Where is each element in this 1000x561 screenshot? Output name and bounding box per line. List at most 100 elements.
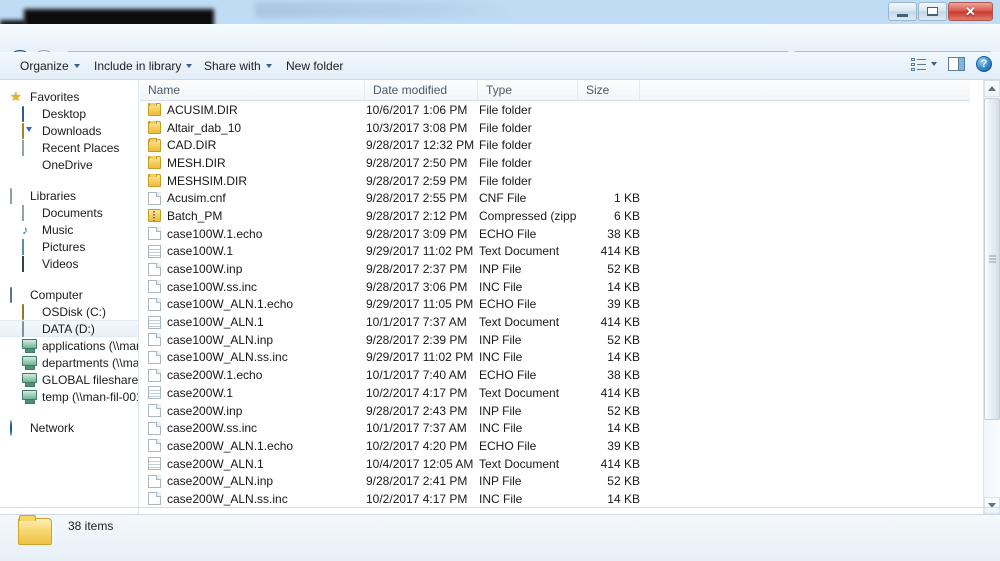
table-row[interactable]: case200W_ALN.inp 9/28/2017 2:41 PM INP Fil… (140, 472, 970, 490)
file-name-cell[interactable]: case200W.1 (140, 386, 365, 400)
file-name-cell[interactable]: MESHSIM.DIR (140, 173, 365, 188)
file-name-label: Altair_dab_10 (167, 120, 242, 135)
file-type-cell: File folder (479, 173, 532, 188)
file-name-cell[interactable]: case200W.inp (140, 404, 365, 418)
table-row[interactable]: CAD.DIR 9/28/2017 12:32 PM File folder (140, 136, 970, 154)
sidebar-item-music[interactable]: ♪ Music (0, 221, 138, 238)
file-name-cell[interactable]: case100W.ss.inc (140, 280, 365, 294)
table-row[interactable]: Altair_dab_10 10/3/2017 3:08 PM File folde… (140, 119, 970, 137)
file-size-cell: 52 KB (607, 262, 640, 277)
sidebar-item-applications-share[interactable]: applications (\\man (0, 337, 138, 354)
table-row[interactable]: case100W.1.echo 9/28/2017 3:09 PM ECHO Fil… (140, 225, 970, 243)
sidebar-item-departments-share[interactable]: departments (\\mar (0, 354, 138, 371)
table-row[interactable]: case200W.inp 9/28/2017 2:43 PM INP File 52 … (140, 402, 970, 420)
sidebar-item-recent-places[interactable]: Recent Places (0, 139, 138, 156)
table-row[interactable]: case200W_ALN.1.echo 10/2/2017 4:20 PM ECHO… (140, 437, 970, 455)
column-header-date-modified[interactable]: Date modified (365, 80, 478, 100)
table-row[interactable]: case100W.inp 9/28/2017 2:37 PM INP File 52 … (140, 260, 970, 278)
table-row[interactable]: case100W_ALN.ss.inc 9/29/2017 11:02 PM INC… (140, 349, 970, 367)
column-header-type[interactable]: Type (478, 80, 578, 100)
file-name-cell[interactable]: case200W_ALN.inp (140, 474, 365, 488)
sidebar-item-data-d[interactable]: DATA (D:) (0, 320, 138, 337)
column-header-row: Name Date modified Type Size (140, 80, 970, 101)
file-icon (148, 333, 161, 347)
table-row[interactable]: case200W_ALN.1 10/4/2017 12:05 AM Text Doc… (140, 455, 970, 473)
sidebar-item-global-fileshare[interactable]: GLOBAL fileshare (O (0, 371, 138, 388)
organize-button[interactable]: Organize (14, 57, 86, 75)
scroll-up-button[interactable] (984, 80, 1000, 97)
file-name-cell[interactable]: case100W.1.echo (140, 227, 365, 241)
sidebar-label: Recent Places (42, 140, 120, 155)
minimize-button[interactable] (888, 2, 917, 21)
sidebar-item-videos[interactable]: Videos (0, 255, 138, 272)
table-row[interactable]: ACUSIM.DIR 10/6/2017 1:06 PM File folder (140, 101, 970, 119)
file-name-cell[interactable]: case100W_ALN.1.echo (140, 297, 365, 311)
sidebar-item-documents[interactable]: Documents (0, 204, 138, 221)
file-type-cell: Text Document (479, 315, 560, 330)
item-count-label: 38 items (68, 519, 114, 533)
table-row[interactable]: case100W.ss.inc 9/28/2017 3:06 PM INC File… (140, 278, 970, 296)
table-row[interactable]: Acusim.cnf 9/28/2017 2:55 PM CNF File 1 KB (140, 189, 970, 207)
text-icon (148, 457, 161, 471)
file-name-cell[interactable]: case200W_ALN.1 (140, 457, 365, 471)
table-row[interactable]: Batch_PM 9/28/2017 2:12 PM Compressed (zip… (140, 207, 970, 225)
table-row[interactable]: case100W.1 9/29/2017 11:02 PM Text Documen… (140, 243, 970, 261)
file-icon (148, 297, 161, 311)
file-name-cell[interactable]: Acusim.cnf (140, 191, 365, 205)
help-icon[interactable]: ? (976, 56, 992, 72)
change-view-button[interactable] (911, 57, 937, 71)
file-name-cell[interactable]: MESH.DIR (140, 155, 365, 170)
file-date-cell: 9/28/2017 2:37 PM (366, 262, 468, 277)
table-row[interactable]: case200W.1 10/2/2017 4:17 PM Text Document… (140, 384, 970, 402)
table-row[interactable]: MESH.DIR 9/28/2017 2:50 PM File folder (140, 154, 970, 172)
file-name-cell[interactable]: case100W_ALN.ss.inc (140, 350, 365, 364)
table-row[interactable]: case200W.1.echo 10/1/2017 7:40 AM ECHO Fil… (140, 366, 970, 384)
table-row[interactable]: case200W.ss.inc 10/1/2017 7:37 AM INC File… (140, 419, 970, 437)
sidebar-item-libraries[interactable]: Libraries (0, 187, 138, 204)
share-with-button[interactable]: Share with (198, 57, 278, 75)
new-folder-button[interactable]: New folder (280, 57, 349, 75)
scrollbar-thumb[interactable] (984, 98, 1000, 420)
sidebar-item-desktop[interactable]: Desktop (0, 105, 138, 122)
sidebar-label: Network (30, 420, 75, 435)
file-name-cell[interactable]: case100W_ALN.inp (140, 333, 365, 347)
scroll-down-button[interactable] (984, 497, 1000, 514)
file-name-label: CAD.DIR (167, 138, 217, 153)
file-date-cell: 10/2/2017 4:20 PM (366, 438, 468, 453)
file-name-cell[interactable]: case200W_ALN.1.echo (140, 439, 365, 453)
table-row[interactable]: case100W_ALN.inp 9/28/2017 2:39 PM INP Fil… (140, 331, 970, 349)
column-header-name[interactable]: Name (140, 80, 365, 100)
sidebar-item-downloads[interactable]: Downloads (0, 122, 138, 139)
file-name-cell[interactable]: case200W_ALN.ss.inc (140, 492, 365, 506)
close-button[interactable]: ✕ (948, 2, 993, 21)
file-name-cell[interactable]: case100W.inp (140, 262, 365, 276)
column-header-size[interactable]: Size (578, 80, 640, 100)
sidebar-item-network[interactable]: Network (0, 419, 138, 436)
sidebar-item-favorites[interactable]: ★ Favorites (0, 88, 138, 105)
file-date-cell: 9/28/2017 12:32 PM (366, 138, 475, 153)
table-row[interactable]: case100W_ALN.1.echo 9/29/2017 11:05 PM ECH… (140, 296, 970, 314)
file-name-cell[interactable]: Altair_dab_10 (140, 120, 365, 135)
file-name-cell[interactable]: case100W_ALN.1 (140, 315, 365, 329)
table-row[interactable]: MESHSIM.DIR 9/28/2017 2:59 PM File folder (140, 172, 970, 190)
sidebar-item-computer[interactable]: Computer (0, 286, 138, 303)
vertical-scrollbar[interactable] (983, 80, 1000, 514)
file-name-cell[interactable]: CAD.DIR (140, 138, 365, 152)
file-name-cell[interactable]: case100W.1 (140, 244, 365, 258)
file-name-cell[interactable]: case200W.1.echo (140, 368, 365, 382)
preview-pane-icon[interactable] (948, 57, 965, 71)
table-row[interactable]: case200W_ALN.ss.inc 10/2/2017 4:17 PM INC … (140, 490, 970, 508)
file-icon (148, 350, 161, 364)
sidebar-item-onedrive[interactable]: OneDrive (0, 156, 138, 173)
file-name-cell[interactable]: ACUSIM.DIR (140, 102, 365, 117)
sidebar-item-temp-share[interactable]: temp (\\man-fil-001 (0, 388, 138, 405)
file-name-cell[interactable]: case200W.ss.inc (140, 421, 365, 435)
maximize-button[interactable] (918, 2, 947, 21)
sidebar-item-pictures[interactable]: Pictures (0, 238, 138, 255)
file-name-cell[interactable]: Batch_PM (140, 209, 365, 223)
table-row[interactable]: case100W_ALN.1 10/1/2017 7:37 AM Text Docu… (140, 313, 970, 331)
sidebar-item-osdisk-c[interactable]: OSDisk (C:) (0, 303, 138, 320)
include-in-library-button[interactable]: Include in library (88, 57, 198, 75)
file-type-cell: File folder (479, 120, 532, 135)
file-size-cell: 414 KB (600, 315, 640, 330)
